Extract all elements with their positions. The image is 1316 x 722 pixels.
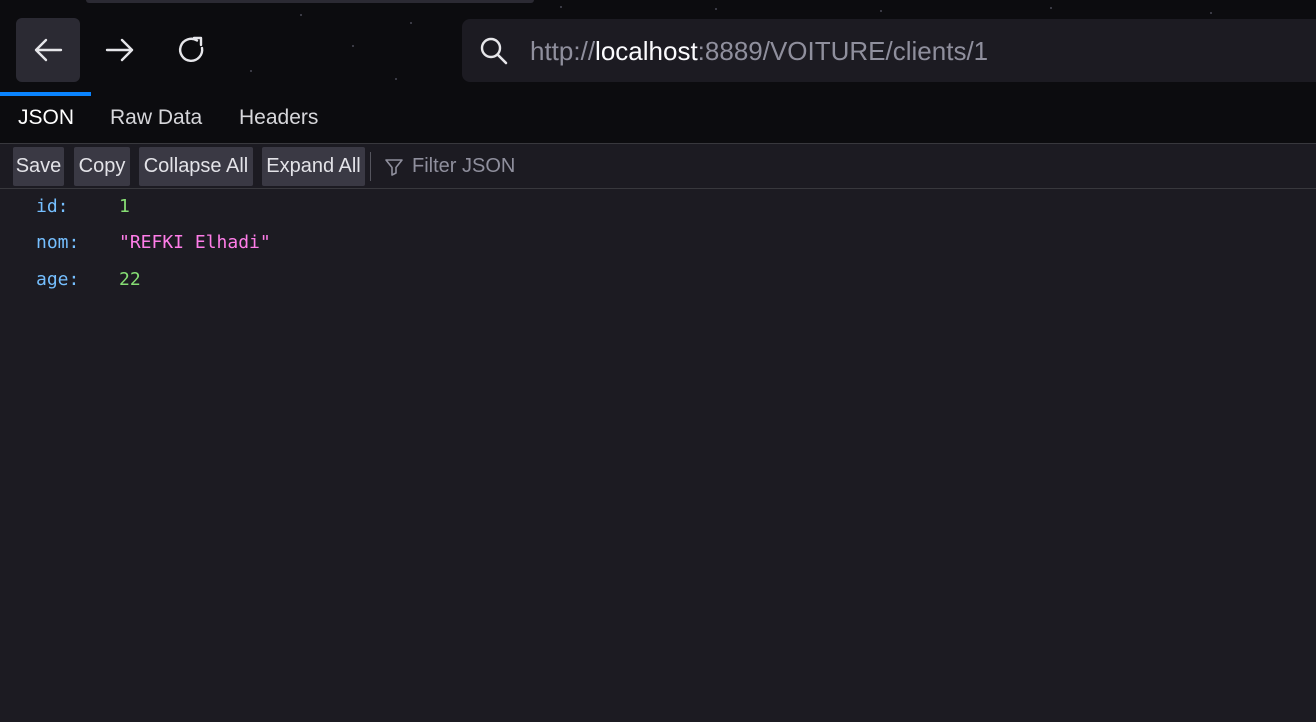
json-value: 1	[119, 196, 130, 217]
reload-icon	[178, 36, 204, 63]
table-row[interactable]: age: 22	[0, 262, 1316, 298]
tab-headers[interactable]: Headers	[239, 92, 318, 144]
json-value: "REFKI Elhadi"	[119, 232, 271, 253]
arrow-left-icon	[34, 38, 63, 62]
json-key: id:	[36, 196, 69, 217]
viewer-tabs: JSON Raw Data Headers	[0, 92, 1316, 144]
tab-json[interactable]: JSON	[18, 92, 74, 144]
back-button[interactable]	[16, 18, 80, 82]
expand-all-button[interactable]: Expand All	[262, 147, 365, 186]
table-row[interactable]: id: 1	[0, 189, 1316, 225]
forward-button[interactable]	[88, 18, 152, 82]
filter-placeholder: Filter JSON	[412, 155, 516, 177]
arrow-right-icon	[105, 38, 134, 62]
browser-toolbar: http://localhost:8889/VOITURE/clients/1	[0, 0, 1316, 92]
filter-json-input[interactable]: Filter JSON	[384, 147, 515, 186]
collapse-all-button[interactable]: Collapse All	[139, 147, 253, 186]
toolbar-separator	[370, 152, 371, 181]
url-bar[interactable]: http://localhost:8889/VOITURE/clients/1	[462, 19, 1316, 82]
save-button[interactable]: Save	[13, 147, 64, 186]
json-key: nom:	[36, 232, 80, 253]
table-row[interactable]: nom: "REFKI Elhadi"	[0, 225, 1316, 261]
json-toolbar: Save Copy Collapse All Expand All Filter…	[0, 144, 1316, 189]
json-key: age:	[36, 269, 80, 290]
filter-icon	[384, 157, 404, 177]
url-path: :8889/VOITURE/clients/1	[697, 36, 989, 66]
tab-strip	[86, 0, 534, 3]
json-tree: id: 1 nom: "REFKI Elhadi" age: 22	[0, 189, 1316, 722]
copy-button[interactable]: Copy	[74, 147, 130, 186]
reload-button[interactable]	[160, 18, 224, 82]
url-scheme: http://	[530, 36, 596, 66]
url-text: http://localhost:8889/VOITURE/clients/1	[530, 36, 988, 66]
url-host: localhost	[595, 36, 698, 66]
tab-raw-data[interactable]: Raw Data	[110, 92, 202, 144]
json-value: 22	[119, 269, 141, 290]
search-icon	[478, 35, 510, 67]
